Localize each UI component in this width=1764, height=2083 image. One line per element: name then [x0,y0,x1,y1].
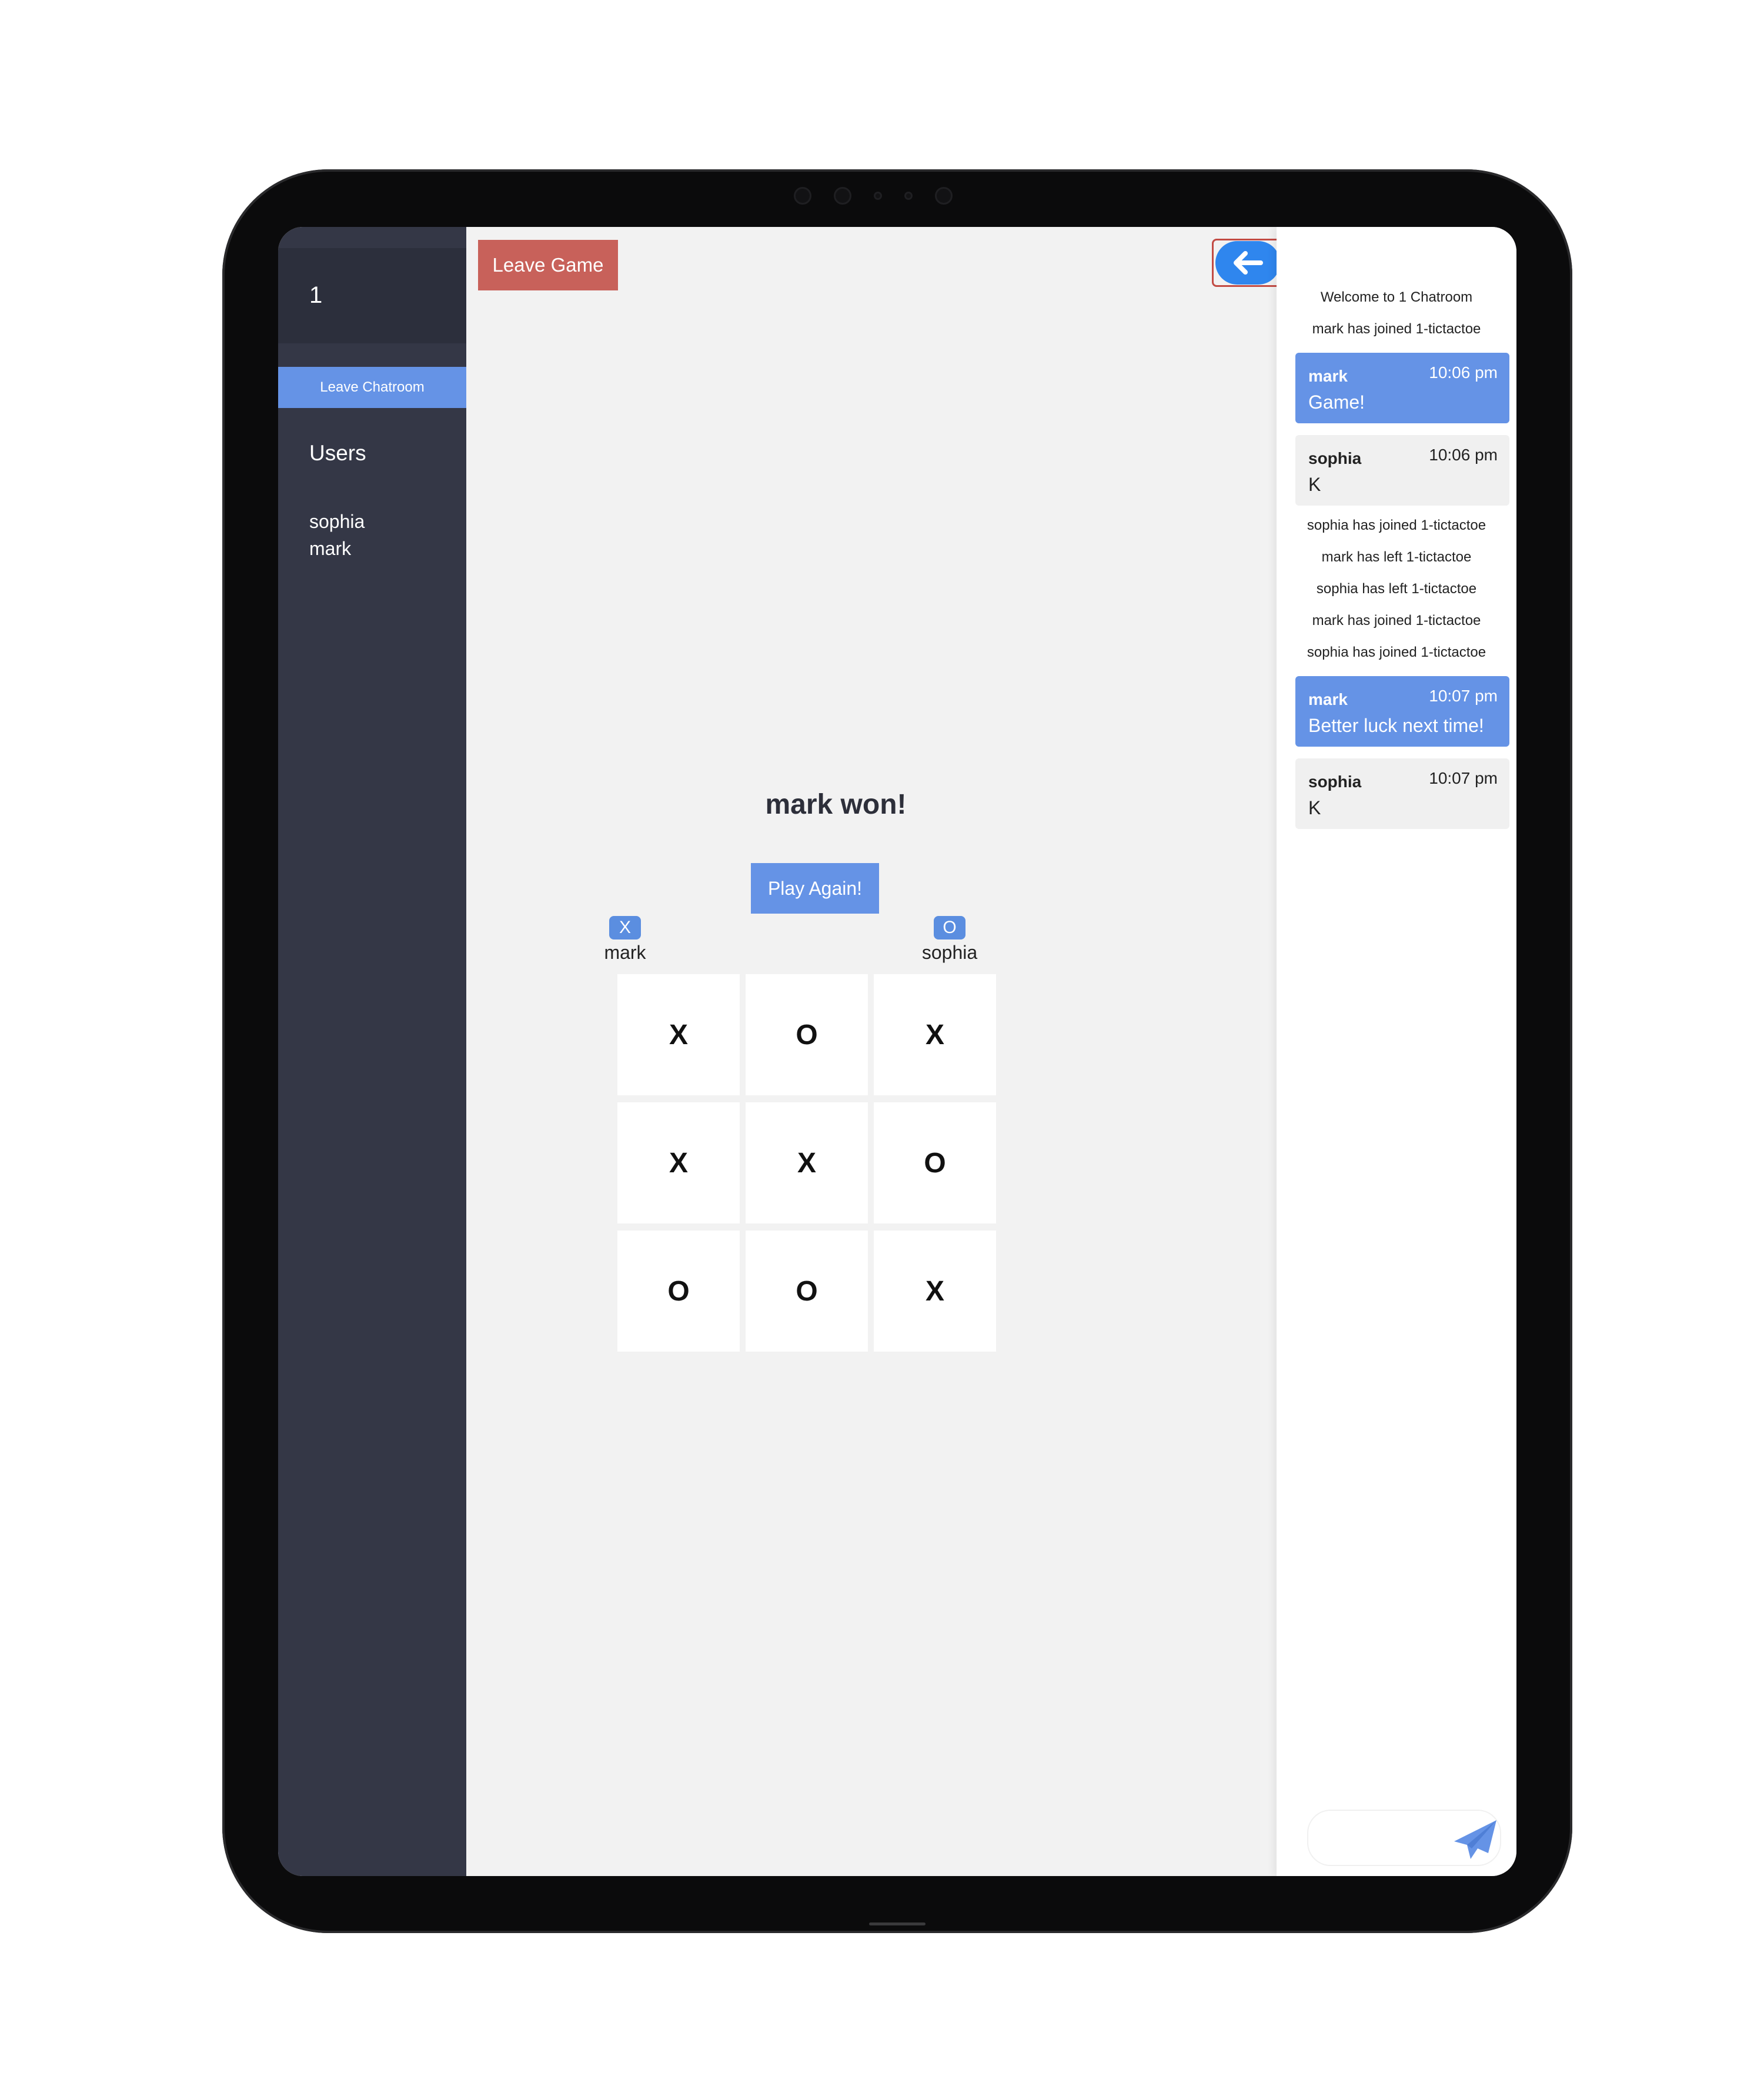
board-cell[interactable]: X [874,974,996,1095]
game-result: mark won! [466,788,1277,821]
player-symbol-badge: O [934,916,965,939]
chat-message: sophia 10:06 pm K [1295,435,1509,506]
message-time: 10:07 pm [1429,769,1498,787]
player-name: mark [604,942,646,963]
system-message: sophia has joined 1-tictactoe [1307,644,1486,660]
user-item: sophia [309,511,365,532]
message-time: 10:06 pm [1429,363,1498,382]
chat-panel: Welcome to 1 Chatroom mark has joined 1-… [1277,227,1516,1876]
camera-bar [794,187,953,205]
room-name: 1 [309,282,323,308]
send-button[interactable] [1452,1819,1499,1861]
board-cell[interactable]: O [874,1102,996,1223]
system-message: sophia has joined 1-tictactoe [1307,517,1486,533]
sensor-dot [874,192,882,200]
message-author: sophia [1308,449,1362,467]
tictactoe-board: X O X X X O O O X [617,974,1000,1354]
message-text: Game! [1308,392,1365,413]
board-cell[interactable]: O [746,1231,868,1352]
leave-chatroom-button[interactable]: Leave Chatroom [278,367,466,408]
board-cell[interactable]: X [746,1102,868,1223]
arrow-left-icon [1215,241,1280,285]
chat-message: sophia 10:07 pm K [1295,758,1509,829]
user-item: mark [309,538,352,559]
game-result-text: mark won! [765,789,907,820]
board-cell[interactable]: O [617,1231,740,1352]
users-list: sophia mark [309,508,365,562]
chatroom-sidebar: 1 Leave Chatroom Users sophia mark [278,227,466,1876]
users-heading: Users [309,441,366,465]
chat-message: mark 10:07 pm Better luck next time! [1295,676,1509,747]
message-author: sophia [1308,773,1362,791]
room-header: 1 [278,248,466,343]
camera-lens [834,187,851,205]
message-author: mark [1308,367,1348,385]
app-screen: 1 Leave Chatroom Users sophia mark Leave… [278,227,1516,1876]
play-again-button[interactable]: Play Again! [751,863,879,914]
message-text: Better luck next time! [1308,715,1484,736]
leave-game-button[interactable]: Leave Game [478,240,618,290]
system-message: sophia has left 1-tictactoe [1316,581,1477,597]
toggle-chat-button[interactable] [1212,239,1284,287]
camera-lens [935,187,953,205]
sensor-dot [904,192,913,200]
board-cell[interactable]: X [617,974,740,1095]
player-x-info: X mark [602,916,649,964]
message-text: K [1308,797,1321,818]
system-message: Welcome to 1 Chatroom [1320,289,1473,305]
system-message: mark has joined 1-tictactoe [1312,613,1481,628]
system-message: mark has joined 1-tictactoe [1312,321,1481,337]
camera-lens [794,187,811,205]
game-area: Leave Game mark won! Play Again! X mark … [466,227,1284,1876]
home-indicator [869,1922,926,1925]
message-author: mark [1308,690,1348,708]
player-o-info: O sophia [914,916,985,964]
message-time: 10:06 pm [1429,446,1498,464]
player-symbol-badge: X [609,916,641,939]
system-message: mark has left 1-tictactoe [1321,549,1472,565]
paper-plane-icon [1454,1820,1496,1859]
player-name: sophia [921,942,978,963]
chat-message: mark 10:06 pm Game! [1295,353,1509,423]
board-cell[interactable]: X [617,1102,740,1223]
message-text: K [1308,474,1321,495]
board-cell[interactable]: X [874,1231,996,1352]
board-cell[interactable]: O [746,974,868,1095]
message-time: 10:07 pm [1429,687,1498,705]
